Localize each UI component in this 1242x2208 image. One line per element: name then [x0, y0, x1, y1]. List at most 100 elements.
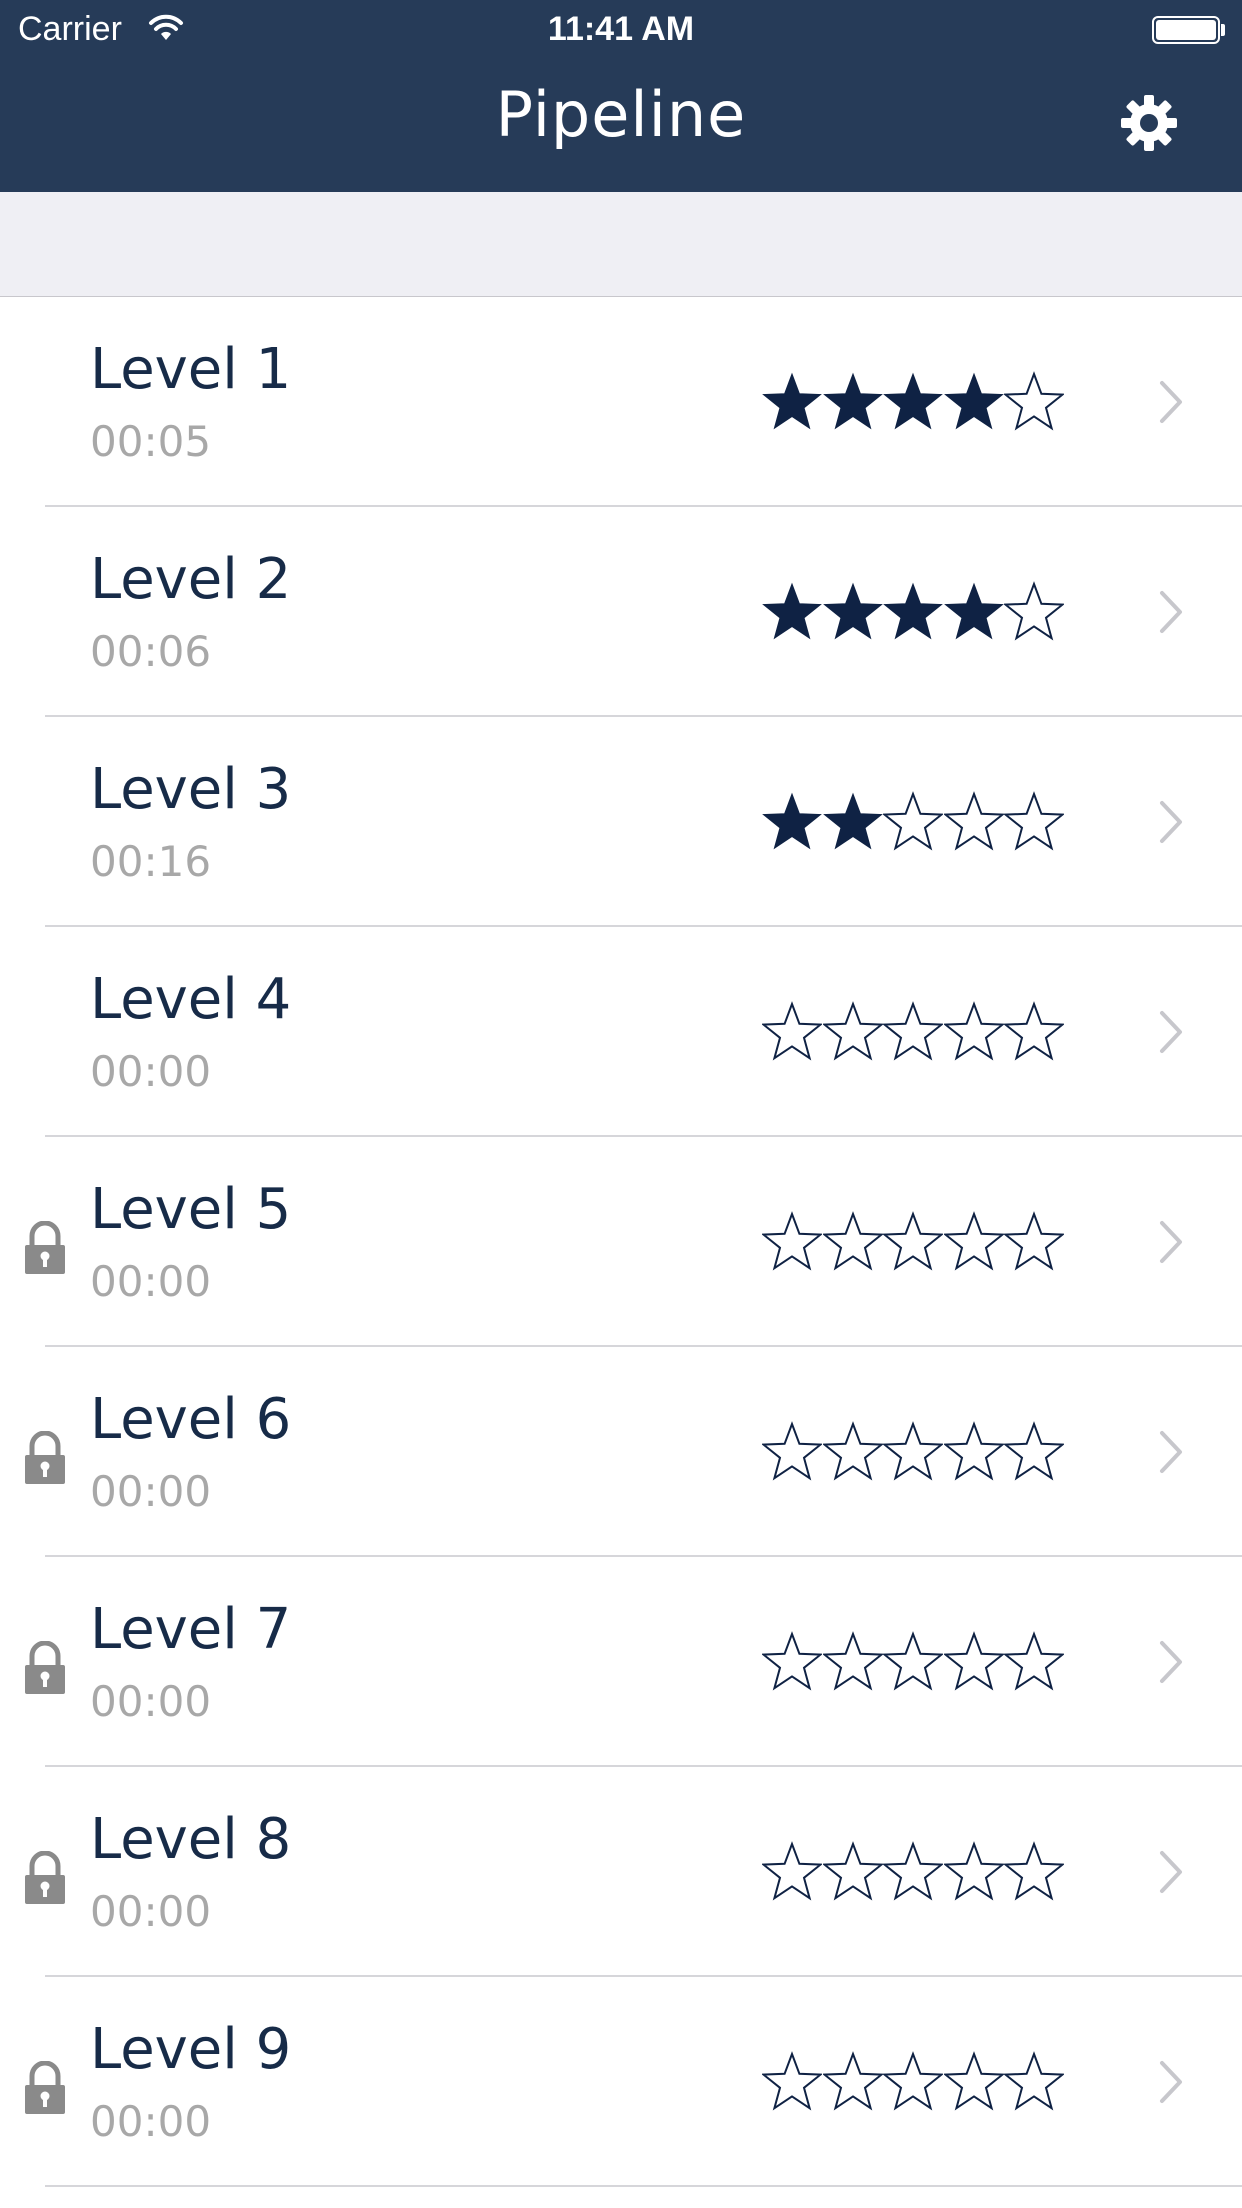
level-name: Level 4 — [90, 967, 292, 1032]
star-filled-icon — [822, 582, 883, 640]
star-empty-icon — [943, 1841, 1004, 1901]
chevron-right-icon — [1160, 1431, 1182, 1473]
star-empty-icon — [822, 1211, 883, 1271]
chevron-right-icon — [1160, 591, 1182, 633]
star-filled-icon — [943, 372, 1004, 430]
level-name: Level 3 — [90, 757, 292, 822]
star-empty-icon — [883, 1211, 943, 1271]
star-filled-icon — [762, 582, 822, 640]
level-row[interactable]: Level 1 00:05 — [0, 297, 1242, 507]
lock-icon — [25, 2061, 65, 2114]
level-row[interactable]: Level 7 00:00 — [0, 1557, 1242, 1767]
star-filled-icon — [822, 792, 883, 850]
row-divider — [45, 2185, 1242, 2187]
level-name: Level 2 — [90, 547, 292, 612]
level-time: 00:00 — [90, 1047, 212, 1096]
star-empty-icon — [822, 2051, 883, 2111]
battery-level-fill — [1156, 20, 1216, 40]
star-empty-icon — [943, 1631, 1004, 1691]
star-empty-icon — [1004, 581, 1064, 641]
level-row[interactable]: Level 3 00:16 — [0, 717, 1242, 927]
star-empty-icon — [1004, 1211, 1064, 1271]
star-empty-icon — [883, 1841, 943, 1901]
star-filled-icon — [762, 792, 822, 850]
star-empty-icon — [822, 1841, 883, 1901]
chevron-right-icon — [1160, 801, 1182, 843]
star-empty-icon — [883, 1631, 943, 1691]
level-name: Level 8 — [90, 1807, 292, 1872]
level-name: Level 5 — [90, 1177, 292, 1242]
chevron-right-icon — [1160, 1851, 1182, 1893]
level-time: 00:00 — [90, 2097, 212, 2146]
section-header — [0, 192, 1242, 297]
level-name: Level 7 — [90, 1597, 292, 1662]
star-empty-icon — [883, 1421, 943, 1481]
star-empty-icon — [943, 2051, 1004, 2111]
chevron-right-icon — [1160, 381, 1182, 423]
star-rating — [762, 1001, 1065, 1063]
level-time: 00:06 — [90, 627, 212, 676]
level-row[interactable]: Level 5 00:00 — [0, 1137, 1242, 1347]
star-empty-icon — [883, 2051, 943, 2111]
star-empty-icon — [883, 1001, 943, 1061]
star-filled-icon — [822, 372, 883, 430]
star-filled-icon — [883, 582, 943, 640]
lock-icon — [25, 1221, 65, 1274]
star-empty-icon — [1004, 1841, 1064, 1901]
lock-icon — [25, 1431, 65, 1484]
level-time: 00:05 — [90, 417, 212, 466]
chevron-right-icon — [1160, 1011, 1182, 1053]
star-empty-icon — [883, 791, 943, 851]
star-rating — [762, 791, 1065, 853]
star-empty-icon — [762, 1841, 822, 1901]
star-rating — [762, 1421, 1065, 1483]
page-title: Pipeline — [495, 78, 747, 151]
level-time: 00:00 — [90, 1257, 212, 1306]
chevron-right-icon — [1160, 1641, 1182, 1683]
star-empty-icon — [1004, 371, 1064, 431]
star-empty-icon — [943, 1001, 1004, 1061]
star-empty-icon — [762, 1631, 822, 1691]
star-empty-icon — [762, 1001, 822, 1061]
star-empty-icon — [822, 1001, 883, 1061]
star-empty-icon — [822, 1421, 883, 1481]
star-rating — [762, 1841, 1065, 1903]
star-empty-icon — [1004, 791, 1064, 851]
status-bar: Carrier 11:41 AM — [0, 0, 1242, 62]
star-empty-icon — [1004, 1631, 1064, 1691]
level-row[interactable]: Level 9 00:00 — [0, 1977, 1242, 2187]
star-rating — [762, 371, 1065, 433]
level-row[interactable]: Level 8 00:00 — [0, 1767, 1242, 1977]
navigation-bar: Carrier 11:41 AM Pipeline — [0, 0, 1242, 192]
star-filled-icon — [883, 372, 943, 430]
star-rating — [762, 581, 1065, 643]
level-time: 00:16 — [90, 837, 212, 886]
gear-icon[interactable] — [1120, 94, 1178, 152]
star-empty-icon — [762, 2051, 822, 2111]
level-name: Level 6 — [90, 1387, 292, 1452]
level-row[interactable]: Level 4 00:00 — [0, 927, 1242, 1137]
level-row[interactable]: Level 2 00:06 — [0, 507, 1242, 717]
level-time: 00:00 — [90, 1467, 212, 1516]
star-empty-icon — [762, 1211, 822, 1271]
chevron-right-icon — [1160, 2061, 1182, 2103]
level-time: 00:00 — [90, 1677, 212, 1726]
level-name: Level 1 — [90, 337, 292, 402]
lock-icon — [25, 1851, 65, 1904]
star-empty-icon — [1004, 1001, 1064, 1061]
star-filled-icon — [762, 372, 822, 430]
star-empty-icon — [1004, 2051, 1064, 2111]
level-name: Level 9 — [90, 2017, 292, 2082]
star-empty-icon — [943, 1421, 1004, 1481]
star-empty-icon — [1004, 1421, 1064, 1481]
chevron-right-icon — [1160, 1221, 1182, 1263]
level-row[interactable]: Level 6 00:00 — [0, 1347, 1242, 1557]
star-empty-icon — [943, 1211, 1004, 1271]
status-time: 11:41 AM — [547, 10, 695, 48]
star-empty-icon — [762, 1421, 822, 1481]
star-rating — [762, 2051, 1065, 2113]
star-empty-icon — [822, 1631, 883, 1691]
star-rating — [762, 1211, 1065, 1273]
star-rating — [762, 1631, 1065, 1693]
battery-icon — [1152, 16, 1220, 44]
